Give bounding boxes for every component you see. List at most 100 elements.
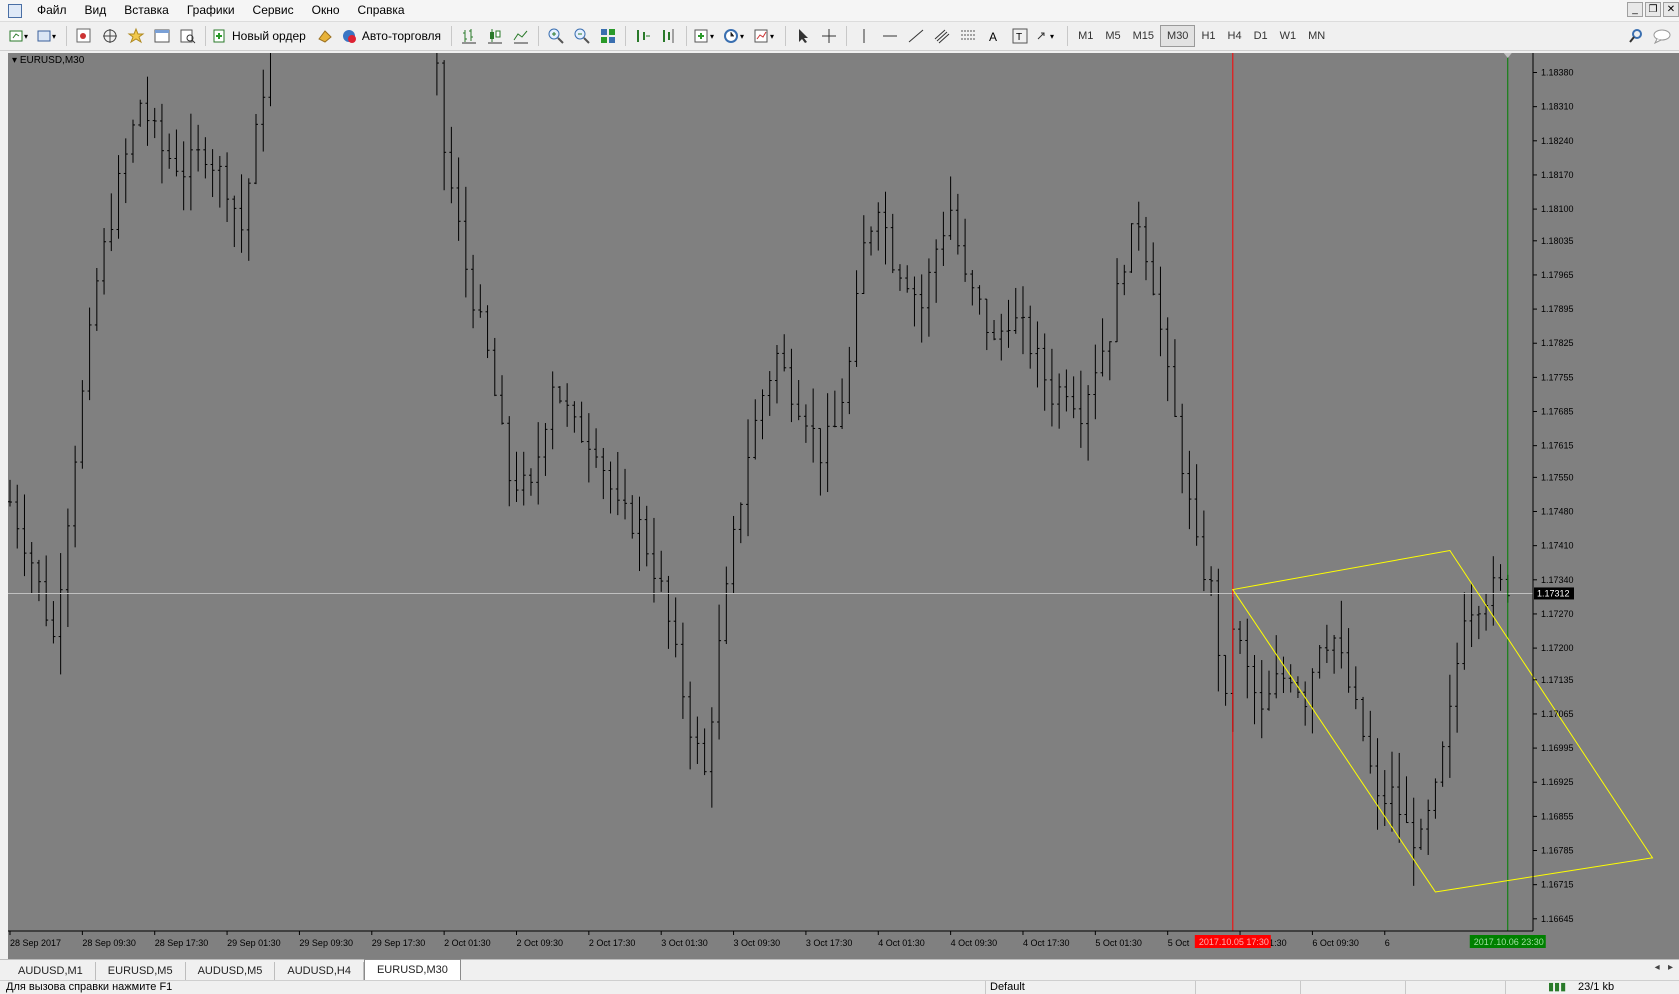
ohlc-bar xyxy=(80,380,85,469)
status-separator xyxy=(1405,981,1406,994)
line-chart-icon[interactable] xyxy=(510,25,532,47)
ohlc-bar xyxy=(1078,370,1083,448)
time-axis-label: 3 Oct 09:30 xyxy=(734,938,781,948)
price-axis-label: 1.17410 xyxy=(1541,541,1574,551)
ohlc-bar xyxy=(528,468,533,496)
timeframe-w1[interactable]: W1 xyxy=(1274,26,1303,46)
ohlc-bar xyxy=(1042,333,1047,411)
menu-insert[interactable]: Вставка xyxy=(115,0,178,21)
chart-area[interactable]: 1.18380 1.18310 1.18240 1.18170 1.18100 1.180… xyxy=(8,53,1679,959)
time-axis-label: 29 Sep 17:30 xyxy=(372,938,426,948)
menu-help[interactable]: Справка xyxy=(349,0,414,21)
toolbar-separator xyxy=(686,26,688,46)
timeframe-mn[interactable]: MN xyxy=(1302,26,1331,46)
equidistant-channel-icon[interactable] xyxy=(931,25,953,47)
bar-chart-icon[interactable] xyxy=(458,25,480,47)
cursor-icon[interactable] xyxy=(792,25,814,47)
new-order-button[interactable]: Новый ордер xyxy=(212,25,310,47)
price-axis-label: 1.18310 xyxy=(1541,102,1574,112)
ohlc-bar xyxy=(261,69,266,152)
terminal-icon[interactable] xyxy=(151,25,173,47)
price-axis-label: 1.16645 xyxy=(1541,914,1574,924)
timeframe-m15[interactable]: M15 xyxy=(1127,26,1160,46)
data-window-icon[interactable] xyxy=(99,25,121,47)
restore-button[interactable]: ❐ xyxy=(1645,2,1661,17)
indicators-icon[interactable]: ▾ xyxy=(693,25,719,47)
metaeditor-icon[interactable] xyxy=(314,25,336,47)
ohlc-bar xyxy=(948,176,953,240)
price-axis-label: 1.18240 xyxy=(1541,136,1574,146)
ohlc-bar xyxy=(644,505,649,567)
zoom-in-icon[interactable] xyxy=(545,25,567,47)
chart-shift-icon[interactable] xyxy=(658,25,680,47)
ohlc-bar xyxy=(188,113,193,211)
ohlc-bar xyxy=(1426,799,1431,855)
horizontal-line-icon[interactable] xyxy=(879,25,901,47)
ohlc-bar xyxy=(521,451,526,506)
ohlc-bar xyxy=(825,393,830,493)
price-axis-label: 1.16785 xyxy=(1541,846,1574,856)
tab-scroll-arrows[interactable]: ◂ ▸ xyxy=(1655,962,1673,973)
zoom-out-icon[interactable] xyxy=(571,25,593,47)
timeframe-m30[interactable]: M30 xyxy=(1160,25,1196,47)
ohlc-bar xyxy=(1346,628,1351,693)
svg-text:A: A xyxy=(989,30,997,44)
ohlc-bar xyxy=(1324,624,1329,663)
tab-eurusd-m5[interactable]: EURUSD,M5 xyxy=(96,962,186,980)
ohlc-bar xyxy=(1353,666,1358,710)
menu-charts[interactable]: Графики xyxy=(178,0,244,21)
menu-view[interactable]: Вид xyxy=(76,0,116,21)
candlestick-icon[interactable] xyxy=(484,25,506,47)
market-watch-icon[interactable] xyxy=(73,25,95,47)
ohlc-bar xyxy=(1484,593,1489,631)
menu-file[interactable]: Файл xyxy=(28,0,76,21)
text-tool-icon[interactable]: A xyxy=(983,25,1005,47)
price-axis-label: 1.17755 xyxy=(1541,372,1574,382)
crosshair-icon[interactable] xyxy=(818,25,840,47)
profiles-icon[interactable]: ▾ xyxy=(36,25,60,47)
templates-icon[interactable]: ▾ xyxy=(753,25,779,47)
time-axis-label: 5 Oct xyxy=(1168,938,1190,948)
ohlc-bar xyxy=(485,305,490,359)
trendline-icon[interactable] xyxy=(905,25,927,47)
time-axis-label: 29 Sep 01:30 xyxy=(227,938,281,948)
timeframe-d1[interactable]: D1 xyxy=(1248,26,1274,46)
tab-audusd-m5[interactable]: AUDUSD,M5 xyxy=(186,962,276,980)
time-axis-label: 5 Oct 01:30 xyxy=(1095,938,1142,948)
periods-icon[interactable]: ▾ xyxy=(723,25,749,47)
tab-audusd-m1[interactable]: AUDUSD,M1 xyxy=(6,962,96,980)
close-button[interactable]: ✕ xyxy=(1663,2,1679,17)
chart-title: ▾ EURUSD,M30 xyxy=(12,55,84,66)
tab-audusd-h4[interactable]: AUDUSD,H4 xyxy=(275,962,364,980)
timeframe-h1[interactable]: H1 xyxy=(1195,26,1221,46)
text-label-icon[interactable]: T xyxy=(1009,25,1031,47)
timeframe-h4[interactable]: H4 xyxy=(1222,26,1248,46)
vertical-line-icon[interactable] xyxy=(853,25,875,47)
search-icon[interactable] xyxy=(1625,25,1647,47)
ohlc-bar xyxy=(1411,797,1416,886)
price-chart[interactable]: 1.18380 1.18310 1.18240 1.18170 1.18100 1.180… xyxy=(8,53,1679,959)
price-axis-label: 1.17270 xyxy=(1541,609,1574,619)
ohlc-bar xyxy=(51,601,56,644)
menu-tools[interactable]: Сервис xyxy=(244,0,303,21)
arrows-icon[interactable]: ▾ xyxy=(1035,25,1061,47)
ohlc-bar xyxy=(1151,242,1156,296)
chat-icon[interactable] xyxy=(1651,25,1673,47)
timeframe-m5[interactable]: M5 xyxy=(1099,26,1126,46)
ohlc-bar xyxy=(442,60,447,191)
auto-scroll-icon[interactable] xyxy=(632,25,654,47)
minimize-button[interactable]: _ xyxy=(1627,2,1643,17)
navigator-icon[interactable] xyxy=(125,25,147,47)
timeframe-m1[interactable]: M1 xyxy=(1072,26,1099,46)
auto-trading-button[interactable]: Авто-торговля xyxy=(340,25,445,47)
menu-window[interactable]: Окно xyxy=(303,0,349,21)
ohlc-bar xyxy=(159,103,164,184)
tile-windows-icon[interactable] xyxy=(597,25,619,47)
tab-eurusd-m30[interactable]: EURUSD,M30 xyxy=(363,959,461,980)
toolbar-separator xyxy=(625,26,627,46)
chart-menu-arrow-icon[interactable]: ▾ xyxy=(12,55,20,66)
fibonacci-icon[interactable] xyxy=(957,25,979,47)
new-chart-icon[interactable]: ▾ xyxy=(8,25,32,47)
strategy-tester-icon[interactable] xyxy=(177,25,199,47)
ohlc-bar xyxy=(1491,556,1496,626)
